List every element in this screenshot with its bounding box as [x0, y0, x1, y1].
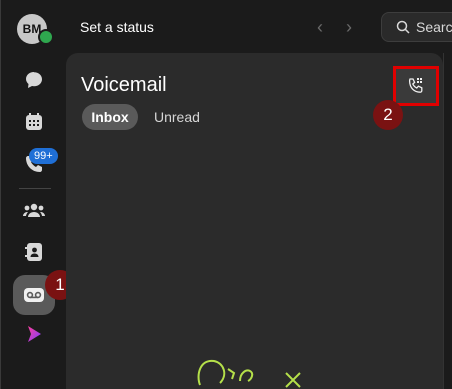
- search-placeholder: Searc: [416, 19, 452, 35]
- app-window: BM 99+ 1 Set a status ‹ › Searc Voicemai…: [0, 0, 452, 389]
- sidebar-divider: [19, 188, 51, 189]
- panel-divider: [443, 53, 452, 389]
- step-marker-2: 2: [373, 100, 403, 130]
- set-status[interactable]: Set a status: [80, 19, 154, 35]
- app-icon[interactable]: [20, 320, 48, 348]
- search-input[interactable]: Searc: [381, 12, 452, 42]
- voicemail-icon[interactable]: [20, 281, 48, 309]
- phone-keypad-icon: [408, 78, 423, 93]
- calls-badge: 99+: [29, 148, 58, 164]
- teams-icon[interactable]: [20, 197, 48, 225]
- chat-icon[interactable]: [20, 66, 48, 94]
- contacts-icon[interactable]: [20, 238, 48, 266]
- search-icon: [396, 20, 410, 34]
- calendar-icon[interactable]: [20, 108, 48, 136]
- tab-inbox[interactable]: Inbox: [82, 104, 138, 130]
- presence-icon: [38, 29, 54, 45]
- tab-unread[interactable]: Unread: [146, 104, 208, 130]
- left-sidebar: BM 99+: [0, 0, 67, 389]
- page-title: Voicemail: [81, 74, 167, 96]
- forward-arrow-icon[interactable]: ›: [340, 16, 358, 38]
- empty-state-illustration: [197, 359, 301, 388]
- back-arrow-icon[interactable]: ‹: [311, 16, 329, 38]
- call-voicemail-button[interactable]: [393, 66, 439, 106]
